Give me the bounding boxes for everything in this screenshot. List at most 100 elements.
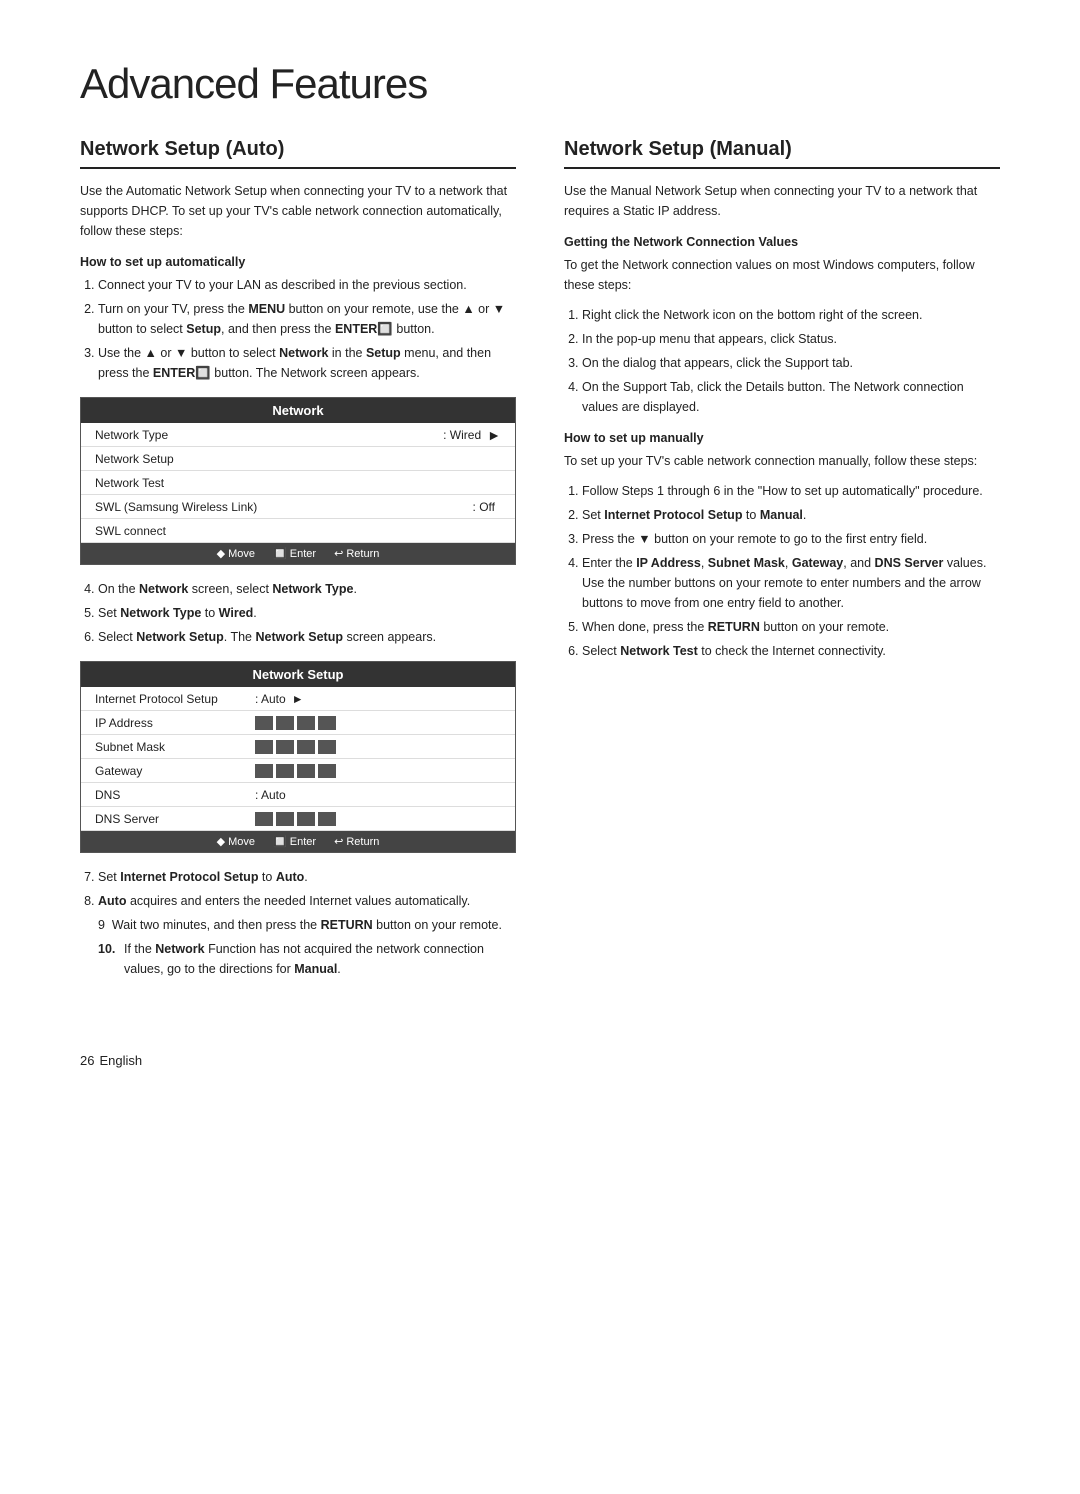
left-column: Network Setup (Auto) Use the Automatic N… [80, 138, 516, 989]
network-row-test: Network Test [81, 471, 515, 495]
pixel-block [318, 740, 336, 754]
page-language: English [99, 1053, 142, 1068]
network-row-swl-value: : Off [473, 500, 495, 514]
getting-values-steps: Right click the Network icon on the bott… [564, 305, 1000, 417]
pixel-block [297, 716, 315, 730]
setup-row-ip: IP Address [81, 711, 515, 735]
manual-step-6: Select Network Test to check the Interne… [582, 641, 1000, 661]
setup-footer-move: ◆ Move [217, 835, 255, 848]
setup-footer-enter: 🔲 Enter [273, 835, 316, 848]
manual-step-5: When done, press the RETURN button on yo… [582, 617, 1000, 637]
page-title: Advanced Features [80, 60, 1000, 108]
setup-row-ips-arrow: ► [292, 692, 304, 706]
network-setup-box-header: Network Setup [81, 662, 515, 687]
manual-steps: Follow Steps 1 through 6 in the "How to … [564, 481, 1000, 661]
left-section-title: Network Setup (Auto) [80, 138, 516, 169]
pixel-block [276, 812, 294, 826]
setup-footer-return: ↩ Return [334, 835, 379, 848]
pixel-block [297, 764, 315, 778]
setup-row-ips: Internet Protocol Setup : Auto ► [81, 687, 515, 711]
auto-step-2: Turn on your TV, press the MENU button o… [98, 299, 516, 339]
setup-row-subnet-label: Subnet Mask [95, 740, 255, 754]
auto-steps-list-2: On the Network screen, select Network Ty… [80, 579, 516, 647]
manual-step-4: Enter the IP Address, Subnet Mask, Gatew… [582, 553, 1000, 613]
setup-row-dns-label: DNS [95, 788, 255, 802]
auto-step-10: 10.If the Network Function has not acqui… [80, 939, 516, 979]
getting-step-1: Right click the Network icon on the bott… [582, 305, 1000, 325]
network-row-swlconnect-label: SWL connect [95, 524, 501, 538]
footer-return: ↩ Return [334, 547, 379, 560]
network-row-test-label: Network Test [95, 476, 501, 490]
two-column-layout: Network Setup (Auto) Use the Automatic N… [80, 138, 1000, 989]
setup-row-subnet: Subnet Mask [81, 735, 515, 759]
setup-row-subnet-blocks [255, 740, 336, 754]
manual-step-2: Set Internet Protocol Setup to Manual. [582, 505, 1000, 525]
getting-values-intro: To get the Network connection values on … [564, 255, 1000, 295]
pixel-block [318, 812, 336, 826]
pixel-block [255, 812, 273, 826]
footer-move: ◆ Move [217, 547, 255, 560]
right-column: Network Setup (Manual) Use the Manual Ne… [564, 138, 1000, 989]
network-row-type: Network Type : Wired ► [81, 423, 515, 447]
auto-step-3: Use the ▲ or ▼ button to select Network … [98, 343, 516, 383]
pixel-block [297, 812, 315, 826]
right-section-title: Network Setup (Manual) [564, 138, 1000, 169]
setup-row-ips-label: Internet Protocol Setup [95, 692, 255, 706]
network-box-header: Network [81, 398, 515, 423]
network-row-swl-label: SWL (Samsung Wireless Link) [95, 500, 473, 514]
page-number: 26 English [80, 1049, 1000, 1070]
network-setup-footer: ◆ Move 🔲 Enter ↩ Return [81, 831, 515, 852]
network-row-type-arrow: ► [487, 427, 501, 443]
pixel-block [297, 740, 315, 754]
getting-step-4: On the Support Tab, click the Details bu… [582, 377, 1000, 417]
pixel-block [255, 740, 273, 754]
auto-step-4: On the Network screen, select Network Ty… [98, 579, 516, 599]
pixel-block [276, 716, 294, 730]
setup-row-dns: DNS : Auto [81, 783, 515, 807]
auto-step-9: 9 Wait two minutes, and then press the R… [80, 915, 516, 935]
setup-row-dns-value: : Auto [255, 788, 286, 802]
pixel-block [276, 740, 294, 754]
subsection-how-to-auto: How to set up automatically [80, 255, 516, 269]
manual-step-3: Press the ▼ button on your remote to go … [582, 529, 1000, 549]
network-row-setup: Network Setup [81, 447, 515, 471]
pixel-block [318, 764, 336, 778]
auto-steps-list-3: Set Internet Protocol Setup to Auto. Aut… [80, 867, 516, 979]
setup-row-gateway-label: Gateway [95, 764, 255, 778]
footer-enter: 🔲 Enter [273, 547, 316, 560]
manual-intro: To set up your TV's cable network connec… [564, 451, 1000, 471]
network-box-footer: ◆ Move 🔲 Enter ↩ Return [81, 543, 515, 564]
network-box: Network Network Type : Wired ► Network S… [80, 397, 516, 565]
getting-step-2: In the pop-up menu that appears, click S… [582, 329, 1000, 349]
setup-row-gateway: Gateway [81, 759, 515, 783]
getting-step-3: On the dialog that appears, click the Su… [582, 353, 1000, 373]
network-setup-box: Network Setup Internet Protocol Setup : … [80, 661, 516, 853]
auto-step-8: Auto acquires and enters the needed Inte… [98, 891, 516, 911]
setup-row-ip-blocks [255, 716, 336, 730]
subsection-getting-values: Getting the Network Connection Values [564, 235, 1000, 249]
auto-step-5: Set Network Type to Wired. [98, 603, 516, 623]
subsection-how-to-manual: How to set up manually [564, 431, 1000, 445]
setup-row-dnsserver-blocks [255, 812, 336, 826]
setup-row-dnsserver-label: DNS Server [95, 812, 255, 826]
auto-step-6: Select Network Setup. The Network Setup … [98, 627, 516, 647]
pixel-block [276, 764, 294, 778]
manual-step-1: Follow Steps 1 through 6 in the "How to … [582, 481, 1000, 501]
auto-step-7: Set Internet Protocol Setup to Auto. [98, 867, 516, 887]
setup-row-gateway-blocks [255, 764, 336, 778]
auto-step-1: Connect your TV to your LAN as described… [98, 275, 516, 295]
network-row-setup-label: Network Setup [95, 452, 501, 466]
pixel-block [255, 764, 273, 778]
setup-row-dnsserver: DNS Server [81, 807, 515, 831]
left-intro: Use the Automatic Network Setup when con… [80, 181, 516, 241]
network-row-swl: SWL (Samsung Wireless Link) : Off [81, 495, 515, 519]
auto-steps-list: Connect your TV to your LAN as described… [80, 275, 516, 383]
setup-row-ips-value: : Auto [255, 692, 286, 706]
right-intro: Use the Manual Network Setup when connec… [564, 181, 1000, 221]
setup-row-ip-label: IP Address [95, 716, 255, 730]
network-row-type-label: Network Type [95, 428, 443, 442]
network-row-type-value: : Wired [443, 428, 481, 442]
network-row-swlconnect: SWL connect [81, 519, 515, 543]
pixel-block [255, 716, 273, 730]
pixel-block [318, 716, 336, 730]
